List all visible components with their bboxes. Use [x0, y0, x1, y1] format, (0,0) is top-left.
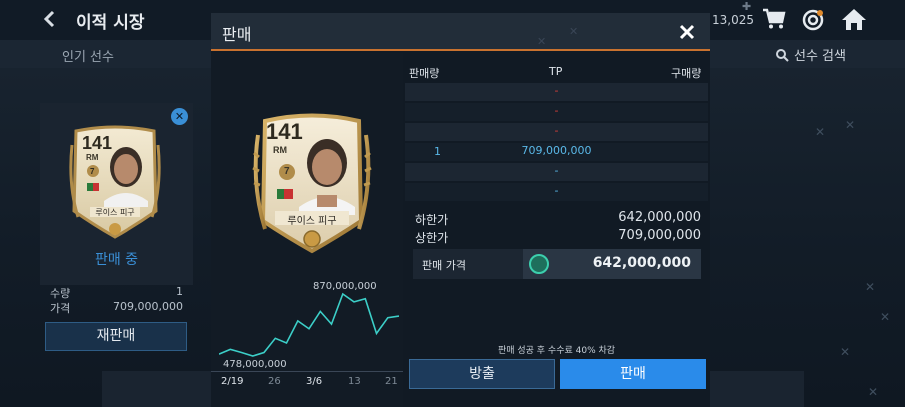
- sale-price-field[interactable]: 642,000,000: [523, 249, 701, 279]
- graph-min-label: 478,000,000: [223, 359, 287, 370]
- player-rating: 141: [266, 119, 303, 144]
- sale-price-value: 642,000,000: [592, 255, 691, 271]
- graph-date-label: 21: [385, 376, 398, 387]
- release-button[interactable]: 방출: [409, 359, 555, 389]
- tp-coin-icon: [529, 254, 549, 274]
- upper-limit-label: 상한가: [415, 231, 449, 245]
- home-icon[interactable]: [841, 7, 867, 31]
- svg-text:루이스 피구: 루이스 피구: [95, 207, 134, 217]
- search-icon: [776, 49, 789, 62]
- order-tp: -: [554, 124, 559, 137]
- price-line: [219, 292, 399, 357]
- quantity-value: 1: [176, 285, 183, 298]
- page-title: 이적 시장: [76, 13, 145, 33]
- modal-header: 판매 ✕ ✕: [211, 13, 710, 51]
- fee-note: 판매 성공 후 수수료 40% 차감: [497, 346, 616, 356]
- decor-cross-icon: ✕: [840, 345, 851, 359]
- decor-cross-icon: ✕: [815, 125, 826, 139]
- upper-limit-value: 709,000,000: [618, 228, 701, 243]
- player-level: 7: [284, 166, 290, 177]
- player-card-small[interactable]: 141 RM 7 루이스 피구: [68, 125, 162, 241]
- svg-text:141: 141: [82, 133, 112, 153]
- price-history-graph: [219, 292, 399, 357]
- order-tp: -: [554, 84, 559, 97]
- decor-cross-icon: ✕: [868, 385, 879, 399]
- currency-amount: 13,025: [712, 13, 754, 27]
- tab-search-label: 선수 검색: [794, 49, 846, 64]
- lower-limit-label: 하한가: [415, 213, 449, 227]
- sale-price-label: 판매 가격: [422, 259, 466, 272]
- graph-axis: [211, 371, 403, 372]
- order-tp: -: [554, 164, 559, 177]
- graph-date-label: 13: [348, 376, 361, 387]
- order-row: -: [405, 83, 708, 101]
- sell-button[interactable]: 판매: [560, 359, 706, 389]
- decor-cross-icon: ✕: [537, 35, 547, 48]
- resell-button[interactable]: 재판매: [45, 322, 187, 351]
- close-icon[interactable]: [677, 22, 697, 42]
- target-icon[interactable]: [801, 8, 825, 32]
- add-currency-icon[interactable]: ✚: [742, 0, 751, 13]
- graph-date-label: 2/19: [221, 376, 244, 387]
- order-row: -: [405, 183, 708, 201]
- cart-icon[interactable]: [762, 8, 786, 30]
- decor-cross-icon: ✕: [569, 25, 579, 38]
- col-sell-qty: 판매량: [409, 67, 440, 80]
- player-name: 루이스 피구: [287, 216, 337, 227]
- quantity-label: 수량: [50, 287, 71, 300]
- listing-status: 판매 중: [94, 252, 139, 268]
- decor-cross-icon: ✕: [880, 310, 891, 324]
- sale-price-row: 판매 가격 642,000,000: [413, 249, 701, 279]
- col-buy-qty: 구매량: [671, 67, 702, 80]
- back-arrow-icon[interactable]: [40, 9, 60, 29]
- decor-cross-icon: ✕: [865, 280, 876, 294]
- tab-popular-players[interactable]: 인기 선수: [62, 46, 114, 65]
- tab-player-search[interactable]: 선수 검색: [776, 45, 846, 64]
- col-tp: TP: [549, 65, 563, 78]
- close-icon[interactable]: ✕: [171, 108, 188, 125]
- order-tp: -: [554, 104, 559, 117]
- decor-cross-icon: ✕: [845, 118, 856, 132]
- order-row: 1 709,000,000: [405, 143, 708, 161]
- order-row: -: [405, 123, 708, 141]
- lower-limit-value: 642,000,000: [618, 210, 701, 225]
- graph-date-label: 3/6: [306, 376, 323, 387]
- player-position: RM: [273, 145, 287, 155]
- price-value: 709,000,000: [113, 300, 183, 313]
- order-tp: 709,000,000: [521, 144, 592, 157]
- svg-text:7: 7: [90, 167, 95, 176]
- order-tp: -: [554, 184, 559, 197]
- modal-title: 판매: [222, 25, 252, 44]
- price-label: 가격: [50, 302, 71, 315]
- order-row: -: [405, 103, 708, 121]
- graph-date-label: 26: [268, 376, 281, 387]
- order-row: -: [405, 163, 708, 181]
- svg-text:RM: RM: [86, 153, 99, 162]
